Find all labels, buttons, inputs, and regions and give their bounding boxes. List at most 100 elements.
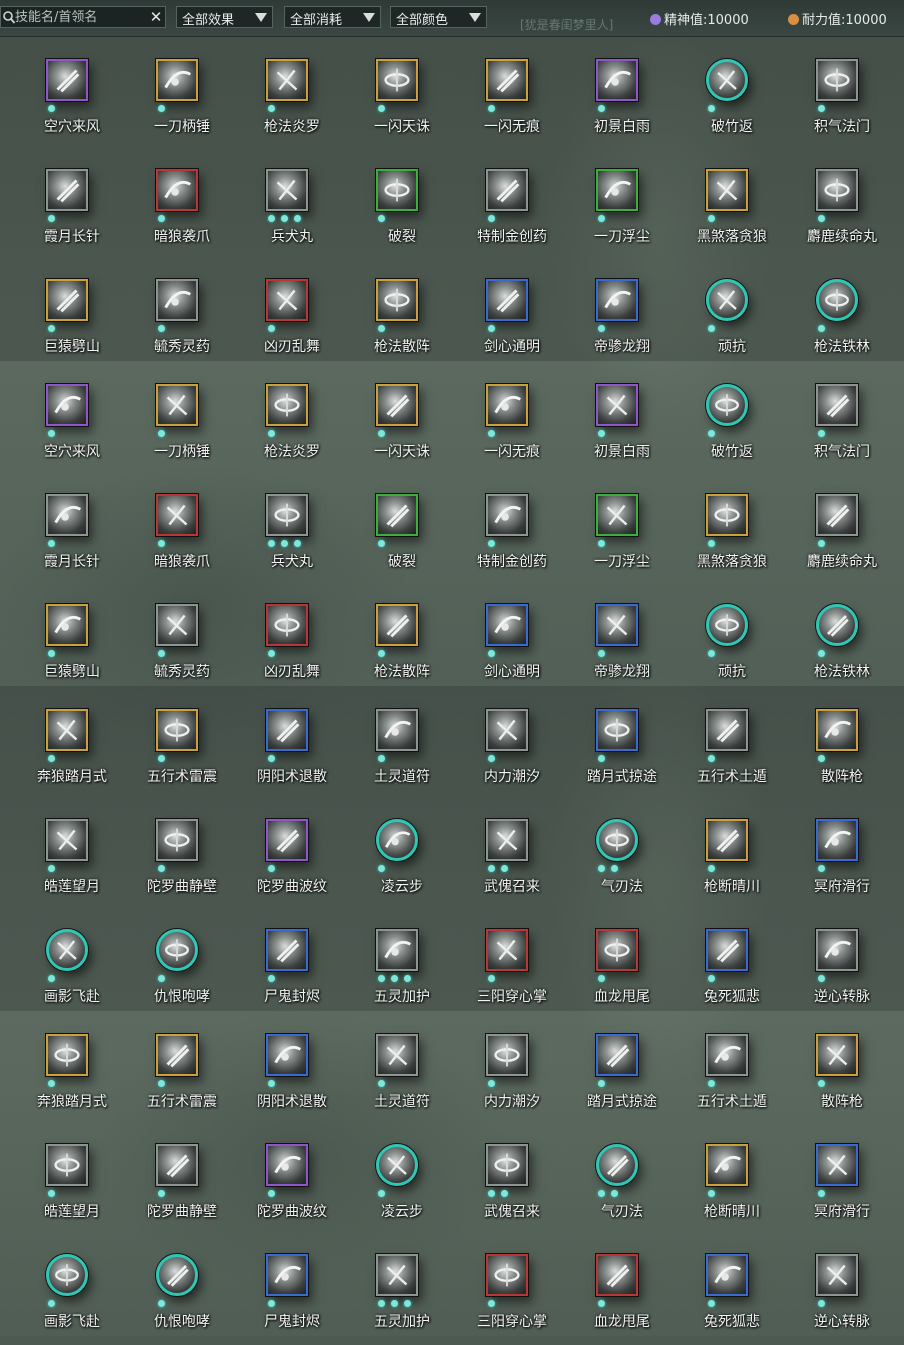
skill-cell[interactable]: 一刀浮尘 xyxy=(558,146,668,256)
earth-icon[interactable] xyxy=(706,1034,748,1076)
skill-cell[interactable]: 尸鬼封烬 xyxy=(228,906,338,1016)
skill-cell[interactable]: 散阵枪 xyxy=(778,686,888,796)
skill-cell[interactable]: 三阳穿心掌 xyxy=(448,906,558,1016)
shatter-icon[interactable] xyxy=(376,494,418,536)
skill-cell[interactable]: 枪法铁林 xyxy=(778,256,888,366)
skill-cell[interactable]: 枪法炎罗 xyxy=(228,361,338,471)
skill-cell[interactable]: 凌云步 xyxy=(338,1121,448,1231)
tide-icon[interactable] xyxy=(486,709,528,751)
skill-cell[interactable]: 仇恨咆哮 xyxy=(118,906,228,1016)
skill-cell[interactable]: 黑煞落贪狼 xyxy=(668,471,778,581)
skill-cell[interactable]: 特制金创药 xyxy=(448,146,558,256)
light-pillar-icon[interactable] xyxy=(596,384,638,426)
skill-cell[interactable]: 阴阳术退散 xyxy=(228,1011,338,1121)
skill-cell[interactable]: 破裂 xyxy=(338,471,448,581)
skill-cell[interactable]: 血龙甩尾 xyxy=(558,906,668,1016)
palm-icon[interactable] xyxy=(486,1254,528,1296)
roar-icon[interactable] xyxy=(156,1254,198,1296)
skill-cell[interactable]: 内力潮汐 xyxy=(448,1011,558,1121)
blade-dance-icon[interactable] xyxy=(266,604,308,646)
skill-cell[interactable]: 一刀柄锤 xyxy=(118,361,228,471)
skill-cell[interactable]: 凌云步 xyxy=(338,796,448,906)
spear-icon[interactable] xyxy=(816,604,858,646)
dragon-icon[interactable] xyxy=(596,604,638,646)
skill-cell[interactable]: 一刀浮尘 xyxy=(558,471,668,581)
blade-strike-icon[interactable] xyxy=(156,59,198,101)
skill-cell[interactable]: 枪断晴川 xyxy=(668,1121,778,1231)
vein-icon[interactable] xyxy=(816,929,858,971)
wall-icon[interactable] xyxy=(156,1144,198,1186)
ripple-icon[interactable] xyxy=(266,1144,308,1186)
skill-cell[interactable]: 尸鬼封烬 xyxy=(228,1231,338,1341)
flash-slash-icon[interactable] xyxy=(486,59,528,101)
roar-icon[interactable] xyxy=(156,929,198,971)
skill-cell[interactable]: 逆心转脉 xyxy=(778,1231,888,1341)
qi-blade-icon[interactable] xyxy=(596,819,638,861)
skill-cell[interactable]: 一闪天诛 xyxy=(338,36,448,146)
skill-cell[interactable]: 陀罗曲波纹 xyxy=(228,1121,338,1231)
skill-cell[interactable]: 枪法散阵 xyxy=(338,256,448,366)
cloud-step-icon[interactable] xyxy=(376,1144,418,1186)
spear-icon[interactable] xyxy=(706,819,748,861)
skill-cell[interactable]: 内力潮汐 xyxy=(448,686,558,796)
skill-cell[interactable]: 五灵加护 xyxy=(338,1231,448,1341)
skill-cell[interactable]: 皓莲望月 xyxy=(8,796,118,906)
fox-icon[interactable] xyxy=(706,1254,748,1296)
gourd-icon[interactable] xyxy=(156,604,198,646)
fox-icon[interactable] xyxy=(706,929,748,971)
skill-cell[interactable]: 血龙甩尾 xyxy=(558,1231,668,1341)
skill-cell[interactable]: 武傀召来 xyxy=(448,1121,558,1231)
palm-icon[interactable] xyxy=(486,929,528,971)
skill-cell[interactable]: 武傀召来 xyxy=(448,796,558,906)
skill-cell[interactable]: 霞月长针 xyxy=(8,146,118,256)
skill-cell[interactable]: 初景白雨 xyxy=(558,36,668,146)
resist-icon[interactable] xyxy=(706,604,748,646)
pill-icon[interactable] xyxy=(816,494,858,536)
thunder-icon[interactable] xyxy=(156,1034,198,1076)
skill-cell[interactable]: 暗狼袭爪 xyxy=(118,471,228,581)
skill-cell[interactable]: 画影飞赴 xyxy=(8,1231,118,1341)
skill-cell[interactable]: 五行术雷震 xyxy=(118,686,228,796)
skill-cell[interactable]: 兵犬丸 xyxy=(228,146,338,256)
wolf-icon[interactable] xyxy=(706,169,748,211)
skill-cell[interactable]: 帝骖龙翔 xyxy=(558,256,668,366)
color-filter-dropdown[interactable]: 全部颜色 xyxy=(390,6,487,28)
skill-cell[interactable]: 剑心通明 xyxy=(448,581,558,691)
skill-cell[interactable]: 凶刃乱舞 xyxy=(228,256,338,366)
skill-cell[interactable]: 空穴来风 xyxy=(8,36,118,146)
skill-cell[interactable]: 气刃法 xyxy=(558,1121,668,1231)
blade-strike-icon[interactable] xyxy=(596,494,638,536)
ghost-fire-icon[interactable] xyxy=(266,1254,308,1296)
skill-cell[interactable]: 麝鹿续命丸 xyxy=(778,471,888,581)
skill-cell[interactable]: 剑心通明 xyxy=(448,256,558,366)
cost-filter-dropdown[interactable]: 全部消耗 xyxy=(284,6,381,28)
skill-cell[interactable]: 画影飞赴 xyxy=(8,906,118,1016)
spear-icon[interactable] xyxy=(266,384,308,426)
puppet-icon[interactable] xyxy=(486,1144,528,1186)
wolf-icon[interactable] xyxy=(706,494,748,536)
skill-cell[interactable]: 毓秀灵药 xyxy=(118,581,228,691)
wall-icon[interactable] xyxy=(156,819,198,861)
skill-cell[interactable]: 奔狼踏月式 xyxy=(8,686,118,796)
skill-cell[interactable]: 帝骖龙翔 xyxy=(558,581,668,691)
vein-icon[interactable] xyxy=(816,1254,858,1296)
dragon-icon[interactable] xyxy=(596,279,638,321)
gourd-icon[interactable] xyxy=(156,279,198,321)
qi-icon[interactable] xyxy=(816,59,858,101)
skill-cell[interactable]: 奔狼踏月式 xyxy=(8,1011,118,1121)
skill-cell[interactable]: 枪法炎罗 xyxy=(228,36,338,146)
skill-cell[interactable]: 阴阳术退散 xyxy=(228,686,338,796)
guardian-icon[interactable] xyxy=(376,929,418,971)
skill-cell[interactable]: 五行术土遁 xyxy=(668,686,778,796)
search-input[interactable] xyxy=(15,8,141,26)
yinyang-icon[interactable] xyxy=(266,709,308,751)
skill-cell[interactable]: 一刀柄锤 xyxy=(118,36,228,146)
blade-strike-icon[interactable] xyxy=(596,169,638,211)
skill-cell[interactable]: 枪法散阵 xyxy=(338,581,448,691)
skill-cell[interactable]: 土灵道符 xyxy=(338,1011,448,1121)
crescent-icon[interactable] xyxy=(46,1144,88,1186)
skill-cell[interactable]: 气刃法 xyxy=(558,796,668,906)
talisman-icon[interactable] xyxy=(376,1034,418,1076)
skill-cell[interactable]: 五行术雷震 xyxy=(118,1011,228,1121)
qi-blade-icon[interactable] xyxy=(596,1144,638,1186)
